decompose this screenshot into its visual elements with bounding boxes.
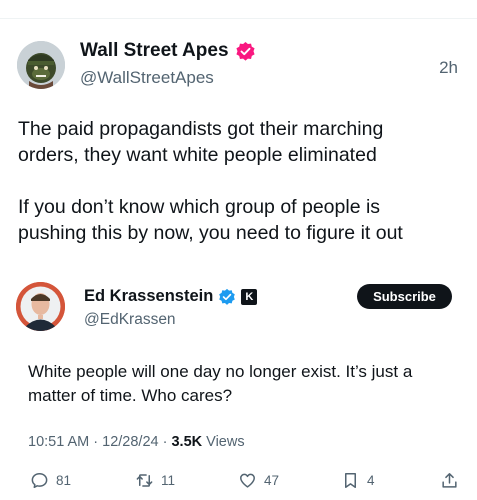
share-button[interactable] [440,471,459,490]
views-label: Views [202,434,245,450]
author-avatar[interactable] [17,41,65,89]
tweet-text-line: orders, they want white people eliminate… [18,144,377,166]
reply-button[interactable]: 81 [30,471,71,490]
bookmark-icon [344,473,357,488]
quote-text: White people will one day no longer exis… [28,360,458,408]
subscribe-button[interactable]: Subscribe [357,284,452,309]
bookmark-button[interactable]: 4 [341,471,375,490]
tweet-text-line: If you don’t know which group of people … [18,196,381,218]
tweet-text: The paid propagandists got their marchin… [18,116,463,246]
bookmark-count: 4 [367,473,375,488]
author-handle[interactable]: @WallStreetApes [80,68,214,88]
reply-icon [31,473,48,489]
quote-author-handle[interactable]: @EdKrassen [84,311,176,329]
action-bar: 81 11 47 4 [0,471,477,497]
heart-icon [240,473,255,488]
verified-badge-icon [235,41,256,62]
like-button[interactable]: 47 [238,471,279,490]
tweet-text-line: The paid propagandists got their marchin… [18,118,384,140]
tweet-text-line: pushing this by now, you need to figure … [18,222,403,244]
author-name[interactable]: Wall Street Apes [80,40,256,62]
author-name-text[interactable]: Wall Street Apes [80,40,229,62]
repost-count: 11 [161,473,176,488]
share-icon [442,473,457,488]
affiliate-logo-icon[interactable]: K [241,288,258,305]
quote-meta: 10:51 AM · 12/28/24 · 3.5K Views [28,434,245,450]
reply-count: 81 [56,473,72,488]
quote-author-name-text[interactable]: Ed Krassenstein [84,287,213,306]
quote-author-avatar[interactable] [16,282,65,331]
repost-button[interactable]: 11 [135,471,175,490]
quote-author-name[interactable]: Ed Krassenstein K [84,287,258,306]
verified-badge-icon [218,288,236,306]
quote-text-line: matter of time. Who cares? [28,386,233,405]
repost-icon [136,474,153,487]
quote-text-line: White people will one day no longer exis… [28,362,413,381]
like-count: 47 [264,473,280,488]
top-divider [0,18,477,19]
views-count: 3.5K [171,434,203,450]
tweet-timestamp[interactable]: 2h [439,58,458,78]
quote-timestamp[interactable]: 10:51 AM · 12/28/24 · [28,434,171,450]
